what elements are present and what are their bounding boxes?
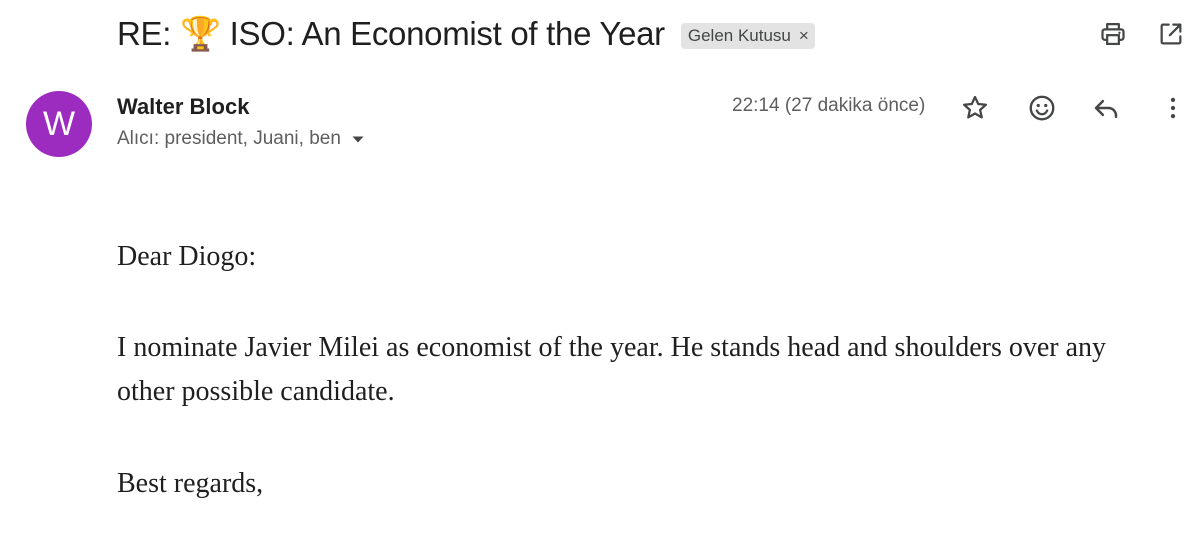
emoji-reaction-icon [1029, 95, 1055, 121]
body-paragraph: I nominate Javier Milei as economist of … [117, 332, 1107, 407]
more-options-icon [1170, 97, 1176, 119]
printer-icon [1101, 22, 1125, 46]
remove-label-button[interactable]: × [799, 26, 809, 46]
message-timestamp: 22:14 (27 dakika önce) [732, 95, 926, 116]
avatar[interactable]: W [26, 91, 92, 157]
inbox-label-chip[interactable]: Gelen Kutusu × [680, 23, 815, 49]
body-closing: Best regards, [117, 468, 264, 499]
body-greeting: Dear Diogo: [117, 241, 257, 272]
more-options-button[interactable] [1156, 91, 1190, 125]
add-reaction-button[interactable] [1025, 91, 1059, 125]
star-icon [963, 95, 987, 119]
show-details-button[interactable] [351, 134, 365, 144]
chevron-down-icon [352, 136, 364, 143]
label-text: Gelen Kutusu [687, 26, 791, 45]
subject-row: RE: 🏆 ISO: An Economist of the Year Gele… [117, 10, 815, 58]
sender-name[interactable]: Walter Block [117, 94, 249, 120]
reply-button[interactable] [1089, 91, 1123, 125]
open-in-new-window-button[interactable] [1156, 19, 1186, 49]
open-in-new-window-icon [1160, 23, 1182, 45]
recipients-line: Alıcı: president, Juani, ben [117, 128, 365, 150]
reply-icon [1094, 99, 1118, 118]
recipients-text: Alıcı: president, Juani, ben [117, 128, 341, 149]
email-subject: RE: 🏆 ISO: An Economist of the Year [117, 14, 665, 52]
star-button[interactable] [958, 91, 992, 125]
print-button[interactable] [1098, 19, 1128, 49]
avatar-letter: W [42, 104, 76, 143]
